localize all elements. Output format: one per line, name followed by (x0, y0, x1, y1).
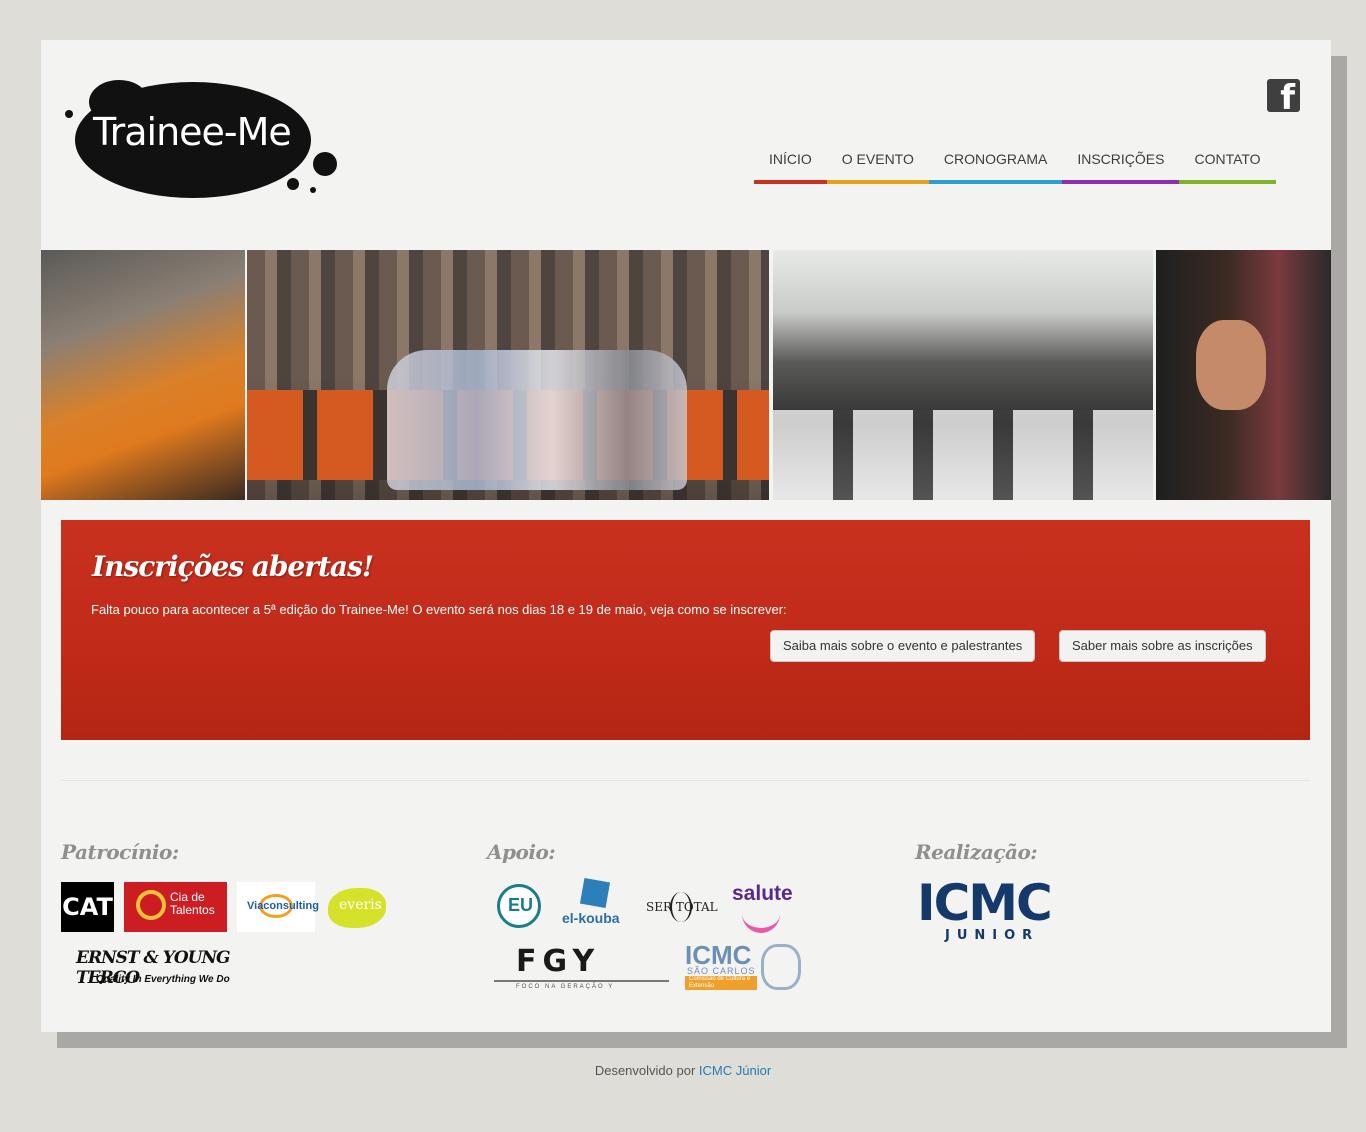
main-nav: Início O evento Cronograma Inscrições Co… (754, 140, 1276, 184)
icmc-sc-tag: Comissão de Cultura e Extensão (685, 976, 757, 990)
via-logo-text: Viaconsulting (247, 900, 319, 912)
fgy-tagline: FOCO NA GERAÇÃO Y (516, 984, 615, 990)
salute-logo-text: salute (732, 882, 793, 905)
event-info-button[interactable]: Saiba mais sobre o evento e palestrantes (770, 630, 1036, 662)
site-logo[interactable]: Trainee-Me (63, 74, 363, 204)
facebook-icon[interactable]: f (1267, 79, 1300, 112)
divider (494, 980, 669, 982)
viaconsulting-logo[interactable]: Viaconsulting (237, 882, 319, 932)
eu-logo-text: EU (508, 895, 534, 915)
sertotal-logo-text: SER TOTAL (646, 900, 718, 914)
fgy-logo-text: FGY (516, 944, 601, 979)
cube-icon (579, 877, 611, 909)
banner-photo (773, 250, 1153, 500)
spiral-icon (136, 890, 166, 920)
cat-logo[interactable]: CAT (61, 882, 114, 932)
el-kouba-logo[interactable]: el-kouba (560, 877, 632, 932)
photo-detail (773, 410, 1153, 500)
ser-total-logo[interactable]: SER TOTAL (644, 892, 724, 922)
icmc-junior-text: ICMC (917, 874, 1053, 932)
fgy-logo[interactable]: FGY FOCO NA GERAÇÃO Y (494, 944, 669, 992)
facebook-glyph: f (1280, 79, 1295, 112)
icmc-junior-logo[interactable]: ICMC JUNIOR (917, 874, 1067, 944)
logo-text: Trainee-Me (93, 110, 292, 154)
everis-logo-text: everis (339, 897, 382, 913)
cia-logo-text: Cia de Talentos (170, 890, 215, 917)
elkouba-logo-text: el-kouba (562, 910, 620, 926)
banner-photo (1156, 250, 1331, 500)
junior-text: JUNIOR (945, 928, 1040, 943)
everis-logo[interactable]: everis (328, 888, 386, 928)
photo-detail (1196, 320, 1266, 410)
banner-photo (247, 250, 769, 500)
promo-title: Inscrições abertas! (92, 550, 374, 583)
ernst-young-logo[interactable]: ERNST & YOUNG TERCO Quality In Everythin… (76, 948, 296, 988)
icmc-sao-carlos-logo[interactable]: ICMC SÃO CARLOS Comissão de Cultura e Ex… (685, 940, 805, 994)
registration-info-button[interactable]: Saber mais sobre as inscrições (1059, 630, 1266, 662)
cia-de-talentos-logo[interactable]: Cia de Talentos (124, 882, 227, 932)
banner-photo (41, 250, 245, 500)
divider (61, 780, 1310, 781)
page-container: Trainee-Me f Início O evento Cronograma … (41, 40, 1331, 1032)
photo-detail (387, 350, 687, 490)
footer-prefix: Desenvolvido por (594, 1063, 696, 1078)
nav-inscricoes[interactable]: Inscrições (1062, 140, 1180, 184)
patrocinio-title: Patrocínio: (61, 840, 179, 864)
nav-o-evento[interactable]: O evento (826, 140, 929, 184)
site-footer: Desenvolvido por ICMC Júnior (0, 1063, 1366, 1078)
nav-contato[interactable]: Contato (1179, 140, 1276, 184)
nav-cronograma[interactable]: Cronograma (928, 140, 1063, 184)
footer-link[interactable]: ICMC Júnior (699, 1063, 771, 1078)
realizacao-title: Realização: (915, 840, 1038, 864)
salute-logo[interactable]: salute (732, 882, 802, 933)
eu-logo[interactable]: EU (497, 884, 541, 928)
nav-inicio[interactable]: Início (754, 140, 827, 184)
usp-knot-icon (761, 944, 801, 990)
registration-banner: Inscrições abertas! Falta pouco para aco… (61, 520, 1310, 740)
smile-icon (742, 904, 780, 933)
photo-banner (41, 250, 1331, 500)
ernst-tagline: Quality In Everything We Do (96, 974, 230, 985)
icmc-sc-city: SÃO CARLOS (687, 966, 756, 976)
promo-text: Falta pouco para acontecer a 5ª edição d… (91, 602, 787, 617)
apoio-title: Apoio: (487, 840, 556, 864)
